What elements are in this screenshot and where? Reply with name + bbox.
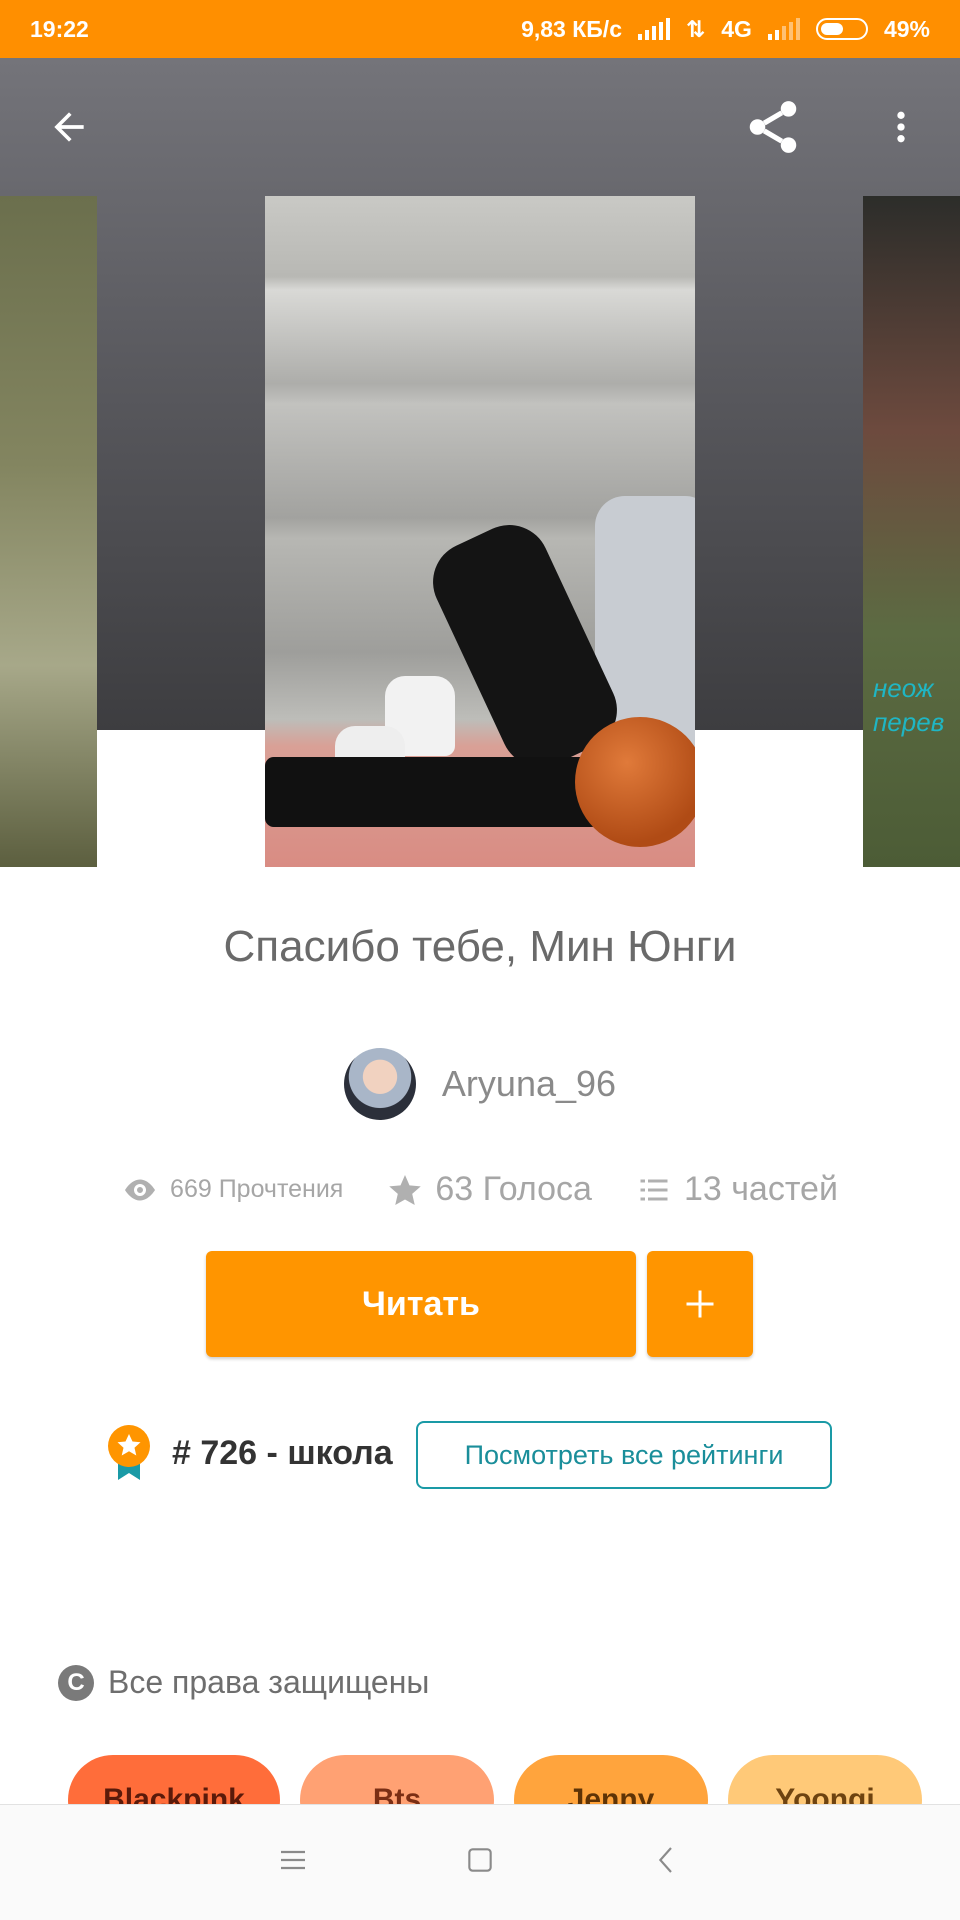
- copyright-icon: C: [58, 1664, 94, 1701]
- add-to-library-button[interactable]: [647, 1251, 753, 1357]
- status-bar: 19:22 9,83 КБ/с ⇅ 4G 49%: [0, 0, 960, 58]
- cover-next-text: неож перев: [873, 673, 945, 737]
- chevron-left-icon: [658, 1847, 672, 1873]
- author-row[interactable]: Aryuna_96: [0, 1048, 960, 1120]
- home-nav-button[interactable]: [464, 1844, 496, 1881]
- network-type: 4G: [721, 15, 752, 42]
- eye-icon: [125, 1179, 156, 1200]
- ranking-number: # 726: [172, 1433, 258, 1472]
- menu-nav-button[interactable]: [277, 1844, 309, 1881]
- share-icon: [749, 101, 797, 153]
- story-stats: 669 Прочтения 63 Голоса 13 частей: [0, 1170, 960, 1209]
- status-indicators: 9,83 КБ/с ⇅ 4G 49%: [521, 16, 930, 43]
- ranking-row: # 726 - школа: [104, 1424, 393, 1482]
- tag-chip[interactable]: Blackpink: [68, 1755, 280, 1805]
- cover-art-basketball: [575, 717, 695, 847]
- view-all-rankings-button[interactable]: Посмотреть все рейтинги: [416, 1421, 832, 1489]
- parts-count: 13 частей: [683, 1170, 838, 1208]
- data-arrows-icon: ⇅: [685, 15, 706, 42]
- author-name[interactable]: Aryuna_96: [442, 1063, 616, 1105]
- back-nav-button[interactable]: [651, 1844, 683, 1881]
- more-vert-icon: [897, 111, 905, 143]
- share-button[interactable]: [738, 92, 808, 162]
- back-button[interactable]: [34, 92, 104, 162]
- signal-icon: [637, 18, 670, 40]
- battery-percent: 49%: [883, 15, 930, 42]
- votes-count: 63 Голоса: [435, 1170, 592, 1208]
- cover-current[interactable]: [265, 196, 695, 867]
- cover-previous[interactable]: [0, 196, 97, 867]
- ranking-badge-icon: [108, 1425, 150, 1480]
- cover-art-leg: [265, 757, 625, 827]
- system-nav-bar: [0, 1804, 960, 1920]
- ranking-category: школа: [287, 1433, 393, 1472]
- avatar[interactable]: [343, 1048, 416, 1120]
- status-time: 19:22: [30, 15, 89, 42]
- more-options-button[interactable]: [866, 92, 936, 162]
- tag-chip[interactable]: Jenny: [514, 1755, 708, 1805]
- ranking-text: # 726 - школа: [172, 1434, 393, 1473]
- reads-stat: 669 Прочтения: [122, 1172, 343, 1208]
- list-icon: [640, 1179, 668, 1200]
- battery-icon: [815, 18, 868, 40]
- votes-stat: 63 Голоса: [387, 1170, 592, 1209]
- star-icon: [389, 1174, 422, 1205]
- arrow-left-icon: [54, 112, 84, 142]
- home-square-icon: [468, 1848, 492, 1872]
- signal-icon-secondary: [767, 18, 800, 40]
- copyright-row: C Все права защищены: [58, 1664, 429, 1701]
- ranking-separator: -: [266, 1433, 278, 1472]
- reads-count: 669 Прочтения: [170, 1175, 344, 1203]
- tag-chip[interactable]: Bts: [300, 1755, 494, 1805]
- menu-icon: [281, 1850, 306, 1870]
- parts-stat: 13 частей: [636, 1170, 838, 1209]
- story-title: Спасибо тебе, Мин Юнги: [223, 922, 737, 971]
- network-speed: 9,83 КБ/с: [521, 15, 622, 42]
- plus-icon: [686, 1290, 714, 1318]
- read-button[interactable]: Читать: [206, 1251, 636, 1357]
- tag-list: Blackpink Bts Jenny Yoongi: [68, 1755, 960, 1805]
- cover-next[interactable]: неож перев: [863, 196, 960, 867]
- tag-chip[interactable]: Yoongi: [728, 1755, 922, 1805]
- copyright-label: Все права защищены: [108, 1664, 430, 1700]
